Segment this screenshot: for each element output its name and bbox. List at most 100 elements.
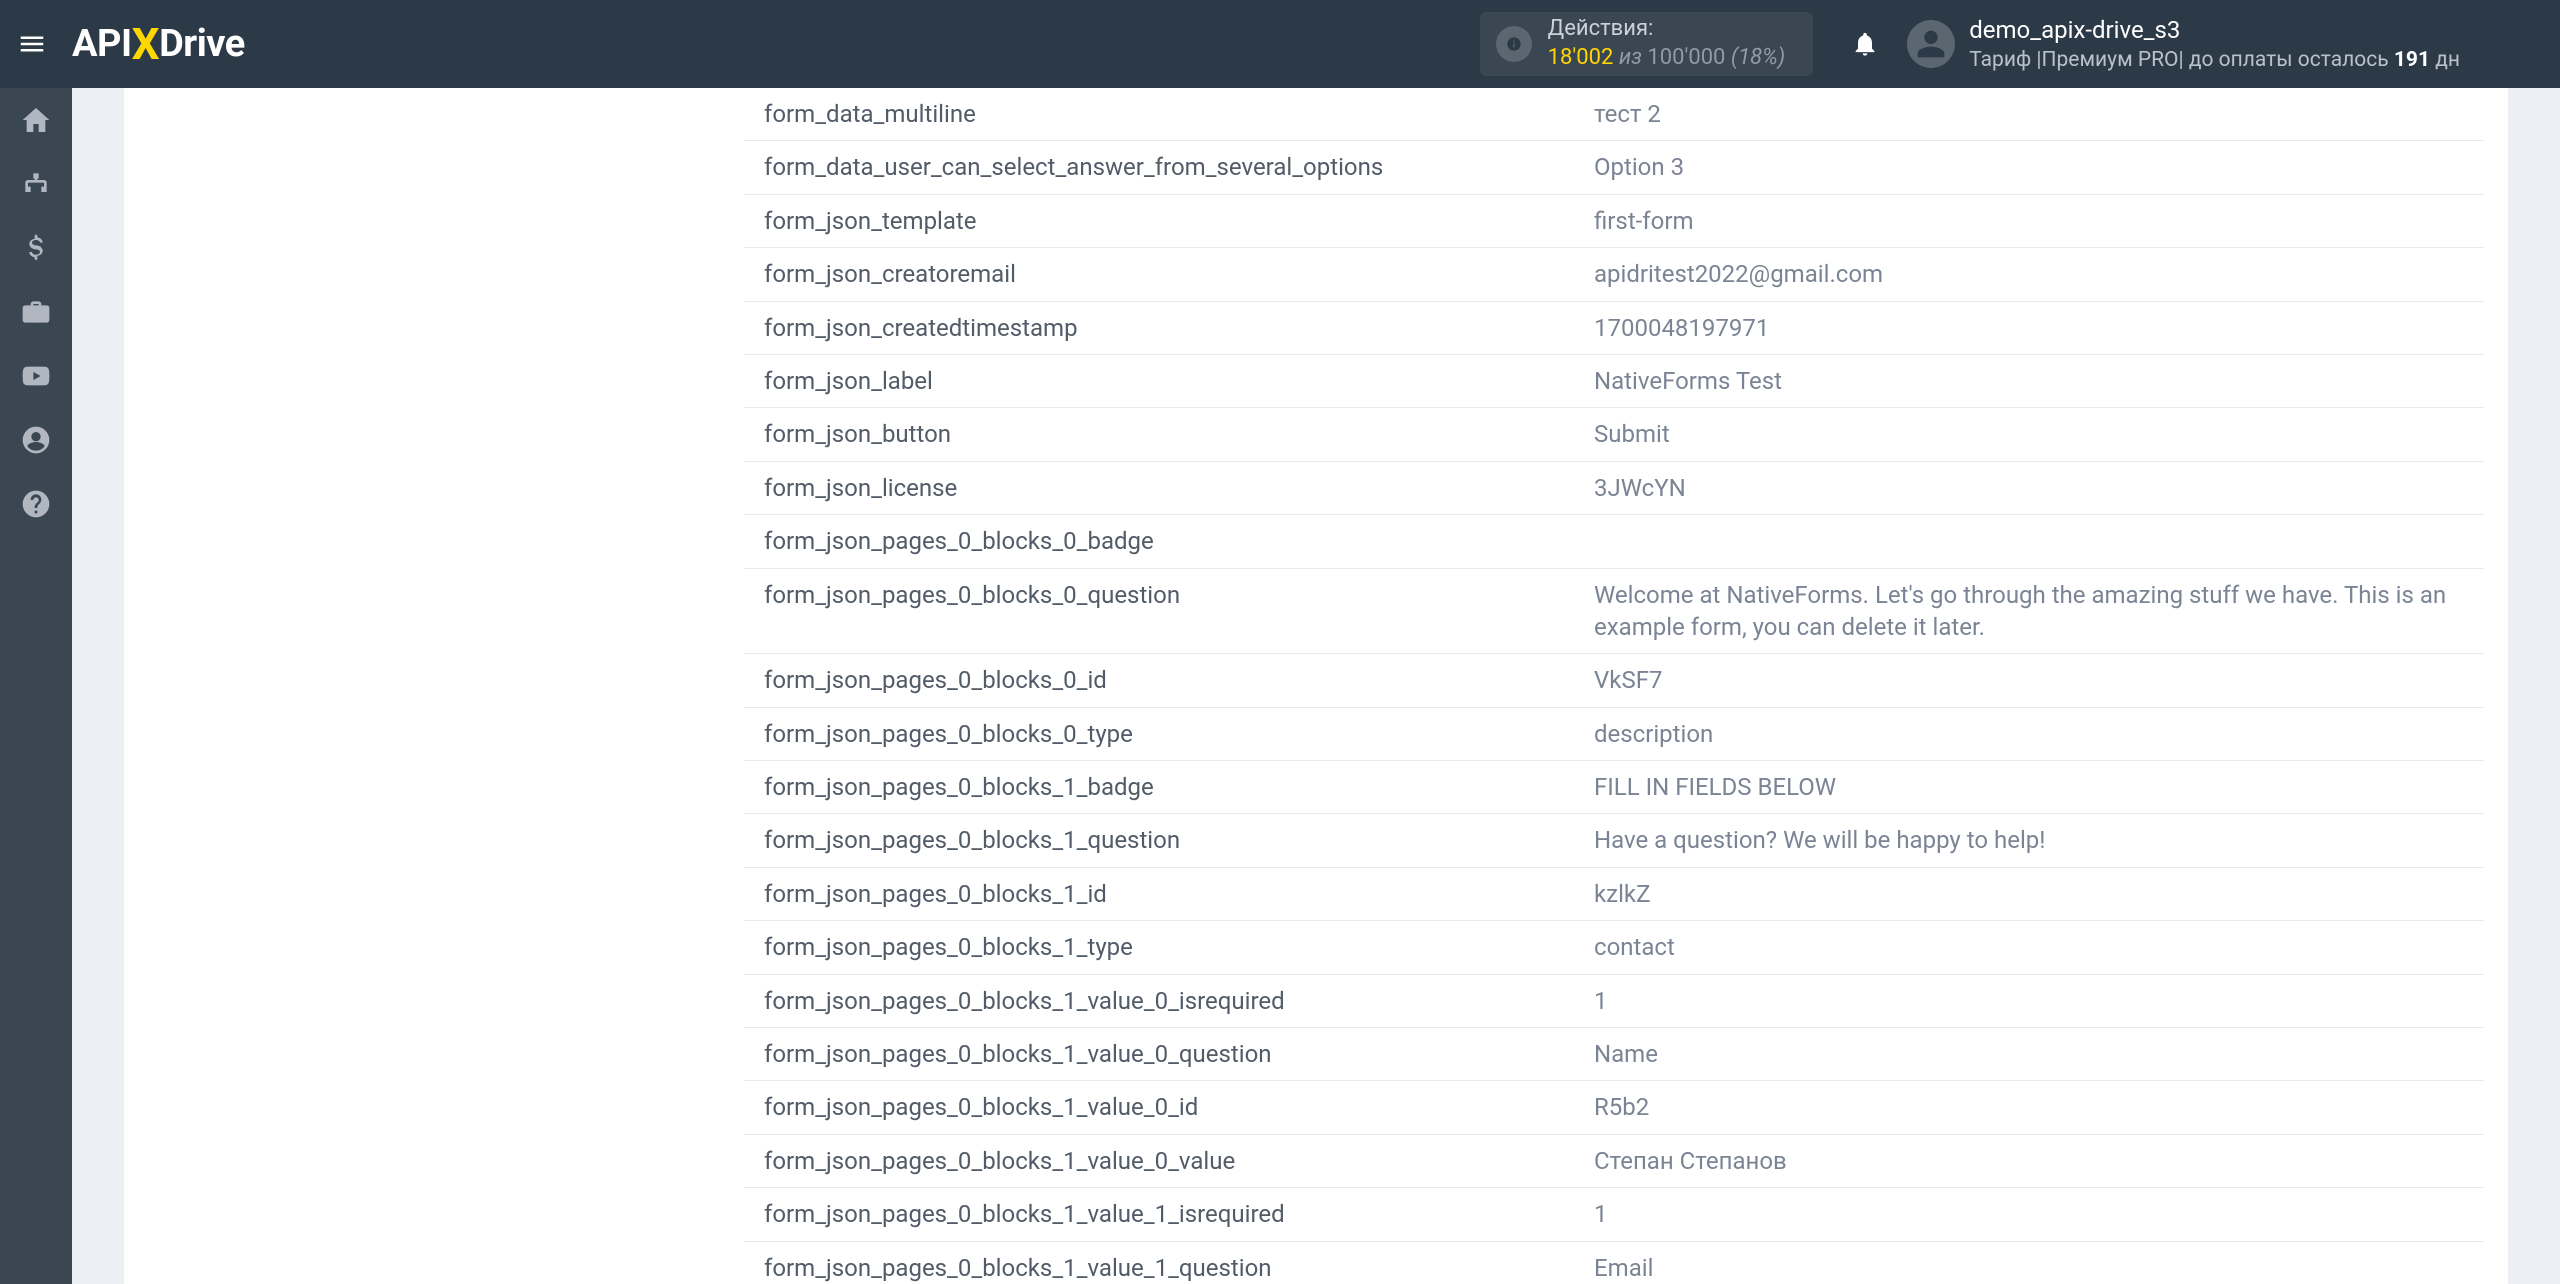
table-row: form_json_buttonSubmit: [744, 408, 2484, 461]
nav-home[interactable]: [0, 88, 72, 152]
nav-billing[interactable]: [0, 216, 72, 280]
user-menu-toggle[interactable]: [2460, 22, 2540, 66]
field-key: form_json_pages_0_blocks_1_badge: [744, 761, 1574, 814]
info-icon: [1496, 26, 1532, 62]
table-row: form_json_pages_0_blocks_1_questionHave …: [744, 814, 2484, 867]
table-row: form_json_pages_0_blocks_1_value_1_quest…: [744, 1241, 2484, 1284]
field-key: form_json_button: [744, 408, 1574, 461]
table-row: form_json_pages_0_blocks_1_badgeFILL IN …: [744, 761, 2484, 814]
logo-x: X: [132, 18, 159, 70]
field-key: form_json_pages_0_blocks_1_question: [744, 814, 1574, 867]
field-key: form_json_pages_0_blocks_1_type: [744, 921, 1574, 974]
field-key: form_json_pages_0_blocks_1_value_1_quest…: [744, 1241, 1574, 1284]
table-row: form_json_pages_0_blocks_0_badge: [744, 515, 2484, 568]
nav-video[interactable]: [0, 344, 72, 408]
table-row: form_json_templatefirst-form: [744, 194, 2484, 247]
field-key: form_json_pages_0_blocks_1_value_0_id: [744, 1081, 1574, 1134]
table-row: form_json_creatoremailapidritest2022@gma…: [744, 248, 2484, 301]
user-circle-icon: [20, 424, 52, 456]
notifications-button[interactable]: [1841, 20, 1889, 68]
table-row: form_json_createdtimestamp1700048197971: [744, 301, 2484, 354]
field-value: 3JWcYN: [1574, 461, 2484, 514]
logo-drive: Drive: [159, 22, 245, 66]
table-row: form_json_pages_0_blocks_1_value_1_isreq…: [744, 1188, 2484, 1241]
actions-numbers: 18'002 из 100'000 (18%): [1548, 44, 1786, 73]
field-value: Степан Степанов: [1574, 1134, 2484, 1187]
field-key: form_json_pages_0_blocks_0_badge: [744, 515, 1574, 568]
nav-partners[interactable]: [0, 280, 72, 344]
user-block[interactable]: demo_apix-drive_s3 Тариф |Премиум PRO| д…: [1969, 14, 2460, 75]
field-value: VkSF7: [1574, 654, 2484, 707]
field-value: first-form: [1574, 194, 2484, 247]
briefcase-icon: [20, 296, 52, 328]
field-value: 1700048197971: [1574, 301, 2484, 354]
field-key: form_json_label: [744, 354, 1574, 407]
help-icon: [20, 488, 52, 520]
field-value: Submit: [1574, 408, 2484, 461]
table-row: form_json_pages_0_blocks_1_value_0_value…: [744, 1134, 2484, 1187]
field-value: 1: [1574, 1188, 2484, 1241]
data-table: form_data_multilineтест 2form_data_user_…: [744, 88, 2484, 1284]
actions-usage[interactable]: Действия: 18'002 из 100'000 (18%): [1480, 12, 1814, 76]
content: form_data_multilineтест 2form_data_user_…: [72, 88, 2560, 1284]
field-value: Welcome at NativeForms. Let's go through…: [1574, 568, 2484, 654]
field-value: R5b2: [1574, 1081, 2484, 1134]
field-key: form_json_pages_0_blocks_1_value_0_value: [744, 1134, 1574, 1187]
field-key: form_json_pages_0_blocks_1_id: [744, 867, 1574, 920]
field-value: 1: [1574, 974, 2484, 1027]
table-row: form_json_pages_0_blocks_0_questionWelco…: [744, 568, 2484, 654]
user-name: demo_apix-drive_s3: [1969, 14, 2460, 46]
user-icon: [1915, 28, 1947, 60]
table-row: form_json_pages_0_blocks_1_idkzlkZ: [744, 867, 2484, 920]
field-key: form_json_pages_0_blocks_0_question: [744, 568, 1574, 654]
hamburger-icon: [17, 29, 47, 59]
actions-label: Действия:: [1548, 15, 1786, 44]
avatar[interactable]: [1907, 20, 1955, 68]
field-key: form_json_pages_0_blocks_0_id: [744, 654, 1574, 707]
field-key: form_json_pages_0_blocks_1_value_0_isreq…: [744, 974, 1574, 1027]
table-row: form_json_labelNativeForms Test: [744, 354, 2484, 407]
field-value: тест 2: [1574, 88, 2484, 141]
youtube-icon: [20, 360, 52, 392]
user-sub: Тариф |Премиум PRO| до оплаты осталось 1…: [1969, 46, 2460, 74]
table-row: form_json_pages_0_blocks_1_typecontact: [744, 921, 2484, 974]
table-row: form_json_license3JWcYN: [744, 461, 2484, 514]
table-row: form_data_user_can_select_answer_from_se…: [744, 141, 2484, 194]
table-row: form_data_multilineтест 2: [744, 88, 2484, 141]
field-value: Name: [1574, 1028, 2484, 1081]
left-nav: [0, 88, 72, 1284]
field-value: NativeForms Test: [1574, 354, 2484, 407]
field-key: form_data_multiline: [744, 88, 1574, 141]
field-key: form_data_user_can_select_answer_from_se…: [744, 141, 1574, 194]
field-value: description: [1574, 707, 2484, 760]
field-value: kzlkZ: [1574, 867, 2484, 920]
sitemap-icon: [20, 168, 52, 200]
field-value: Option 3: [1574, 141, 2484, 194]
field-value: Have a question? We will be happy to hel…: [1574, 814, 2484, 867]
topbar: APIXDrive Действия: 18'002 из 100'000 (1…: [0, 0, 2560, 88]
panel: form_data_multilineтест 2form_data_user_…: [124, 88, 2508, 1284]
field-value: Email: [1574, 1241, 2484, 1284]
logo-api: API: [72, 22, 132, 66]
table-row: form_json_pages_0_blocks_1_value_0_idR5b…: [744, 1081, 2484, 1134]
field-key: form_json_creatoremail: [744, 248, 1574, 301]
table-row: form_json_pages_0_blocks_1_value_0_isreq…: [744, 974, 2484, 1027]
field-key: form_json_pages_0_blocks_1_value_1_isreq…: [744, 1188, 1574, 1241]
field-key: form_json_template: [744, 194, 1574, 247]
field-key: form_json_pages_0_blocks_0_type: [744, 707, 1574, 760]
nav-account[interactable]: [0, 408, 72, 472]
field-value: FILL IN FIELDS BELOW: [1574, 761, 2484, 814]
nav-integrations[interactable]: [0, 152, 72, 216]
menu-toggle[interactable]: [0, 0, 64, 88]
logo[interactable]: APIXDrive: [72, 18, 245, 70]
table-row: form_json_pages_0_blocks_1_value_0_quest…: [744, 1028, 2484, 1081]
actions-text: Действия: 18'002 из 100'000 (18%): [1548, 15, 1786, 72]
table-row: form_json_pages_0_blocks_0_idVkSF7: [744, 654, 2484, 707]
field-value: contact: [1574, 921, 2484, 974]
field-key: form_json_license: [744, 461, 1574, 514]
field-key: form_json_createdtimestamp: [744, 301, 1574, 354]
field-value: [1574, 515, 2484, 568]
nav-help[interactable]: [0, 472, 72, 536]
field-key: form_json_pages_0_blocks_1_value_0_quest…: [744, 1028, 1574, 1081]
home-icon: [20, 104, 52, 136]
